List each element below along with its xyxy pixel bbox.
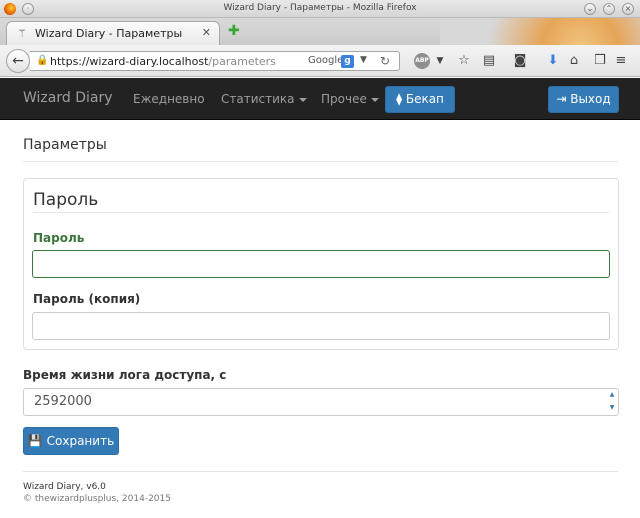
logout-button[interactable]: ⇥ Выход bbox=[548, 86, 619, 113]
backup-button[interactable]: ⧫ Бекап bbox=[385, 86, 455, 113]
footer-version: Wizard Diary, v6.0 bbox=[23, 482, 106, 492]
maximize-icon[interactable]: ⌃ bbox=[603, 3, 615, 15]
nav-other[interactable]: Прочее bbox=[321, 92, 379, 106]
log-lifetime-value: 2592000 bbox=[34, 394, 92, 409]
close-tab-icon[interactable]: ✕ bbox=[202, 26, 211, 39]
log-lifetime-input[interactable]: 2592000 ▲ ▼ bbox=[23, 388, 619, 416]
nav-stats[interactable]: Статистика bbox=[221, 92, 307, 106]
reload-icon[interactable]: ↻ bbox=[380, 54, 390, 68]
caret-down-icon bbox=[370, 97, 379, 102]
pocket-icon[interactable]: ◙ bbox=[512, 54, 528, 68]
dropdown-arrow-icon[interactable]: ▼ bbox=[360, 55, 367, 65]
divider bbox=[23, 471, 618, 472]
url-text[interactable]: https://wizard-diary.localhost/parameter… bbox=[50, 55, 276, 68]
download-icon[interactable]: ⬇ bbox=[545, 54, 561, 68]
extension-icon[interactable]: ❒ bbox=[592, 54, 608, 68]
close-window-icon[interactable]: × bbox=[622, 3, 634, 15]
google-icon[interactable]: g bbox=[341, 55, 354, 68]
spin-down-icon[interactable]: ▼ bbox=[608, 404, 616, 411]
wand-favicon-icon: ⚚ bbox=[17, 27, 27, 40]
reading-list-icon[interactable]: ▤ bbox=[481, 54, 497, 68]
spin-up-icon[interactable]: ▲ bbox=[608, 391, 616, 398]
adblock-dropdown-icon[interactable]: ▼ bbox=[432, 54, 448, 68]
password-legend: Пароль bbox=[33, 190, 99, 210]
browser-tab-active[interactable]: ⚚ Wizard Diary - Параметры ✕ bbox=[6, 21, 220, 45]
nav-daily[interactable]: Ежедневно bbox=[133, 92, 205, 106]
tab-strip: ⚚ Wizard Diary - Параметры ✕ ✚ bbox=[0, 18, 640, 45]
new-tab-icon[interactable]: ✚ bbox=[228, 24, 242, 38]
footer-copyright: © thewizardplusplus, 2014-2015 bbox=[23, 494, 171, 504]
browser-tab-label: Wizard Diary - Параметры bbox=[35, 27, 183, 40]
logout-icon: ⇥ bbox=[556, 92, 567, 106]
log-lifetime-label: Время жизни лога доступа, с bbox=[23, 368, 227, 382]
password-copy-input[interactable] bbox=[32, 312, 610, 340]
search-engine-name: Google bbox=[308, 55, 344, 66]
window-title: Wizard Diary - Параметры - Mozilla Firef… bbox=[223, 3, 417, 13]
adblock-icon[interactable]: ABP bbox=[414, 53, 430, 69]
password-copy-label: Пароль (копия) bbox=[33, 292, 141, 306]
password-label: Пароль bbox=[33, 231, 85, 245]
lock-icon: 🔒 bbox=[36, 55, 49, 66]
caret-down-icon bbox=[298, 97, 307, 102]
home-icon[interactable]: ⌂ bbox=[566, 54, 582, 68]
firefox-theme-art bbox=[440, 18, 640, 45]
app-navbar: Wizard Diary Ежедневно Статистика Прочее bbox=[0, 78, 640, 120]
dropbox-icon: ⧫ bbox=[396, 92, 403, 106]
app-brand[interactable]: Wizard Diary bbox=[23, 90, 113, 106]
window-titlebar: · Wizard Diary - Параметры - Mozilla Fir… bbox=[0, 0, 640, 18]
save-button[interactable]: 💾 Сохранить bbox=[23, 427, 119, 455]
browser-toolbar: 🔒 https://wizard-diary.localhost/paramet… bbox=[0, 45, 640, 77]
menu-icon[interactable]: ≡ bbox=[613, 54, 629, 68]
page-title: Параметры bbox=[23, 137, 107, 153]
back-arrow-icon: ← bbox=[12, 53, 24, 69]
password-input[interactable] bbox=[32, 250, 610, 278]
back-button[interactable]: ← bbox=[6, 49, 30, 73]
url-bar[interactable]: 🔒 https://wizard-diary.localhost/paramet… bbox=[30, 51, 400, 71]
divider bbox=[33, 212, 609, 213]
save-icon: 💾 bbox=[27, 434, 43, 448]
divider bbox=[23, 161, 618, 162]
minimize-icon[interactable]: ⌄ bbox=[584, 3, 596, 15]
bookmark-star-icon[interactable]: ☆ bbox=[456, 54, 472, 68]
